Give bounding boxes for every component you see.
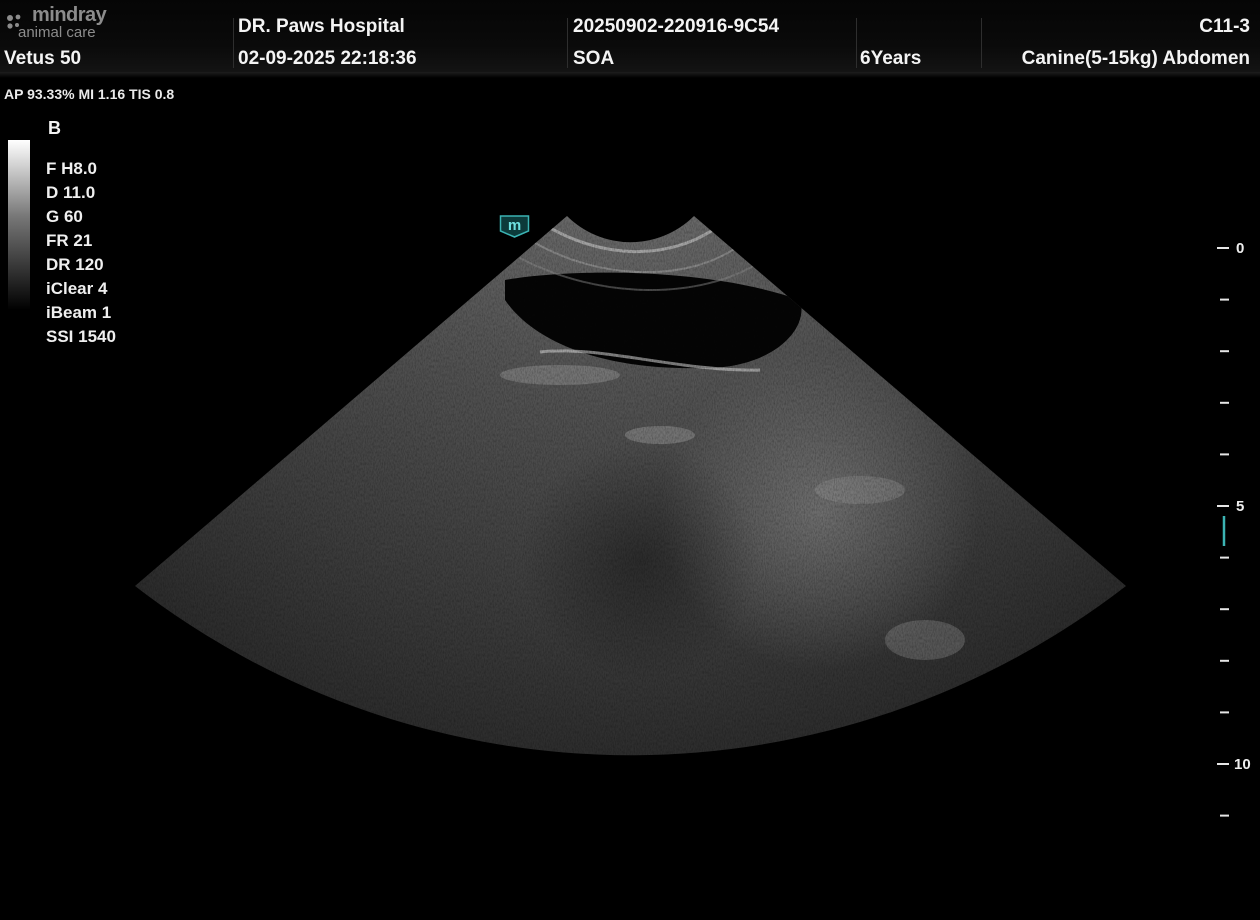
depth-scale: 0 5 10 — [1217, 240, 1251, 817]
m-orientation-marker-icon: m — [499, 215, 530, 238]
depth-label-5: 5 — [1236, 498, 1244, 515]
depth-label-0: 0 — [1236, 240, 1244, 257]
sector-scan — [135, 216, 1126, 756]
ultrasound-image — [135, 216, 1126, 756]
depth-label-10: 10 — [1234, 756, 1251, 773]
svg-text:m: m — [508, 217, 521, 234]
